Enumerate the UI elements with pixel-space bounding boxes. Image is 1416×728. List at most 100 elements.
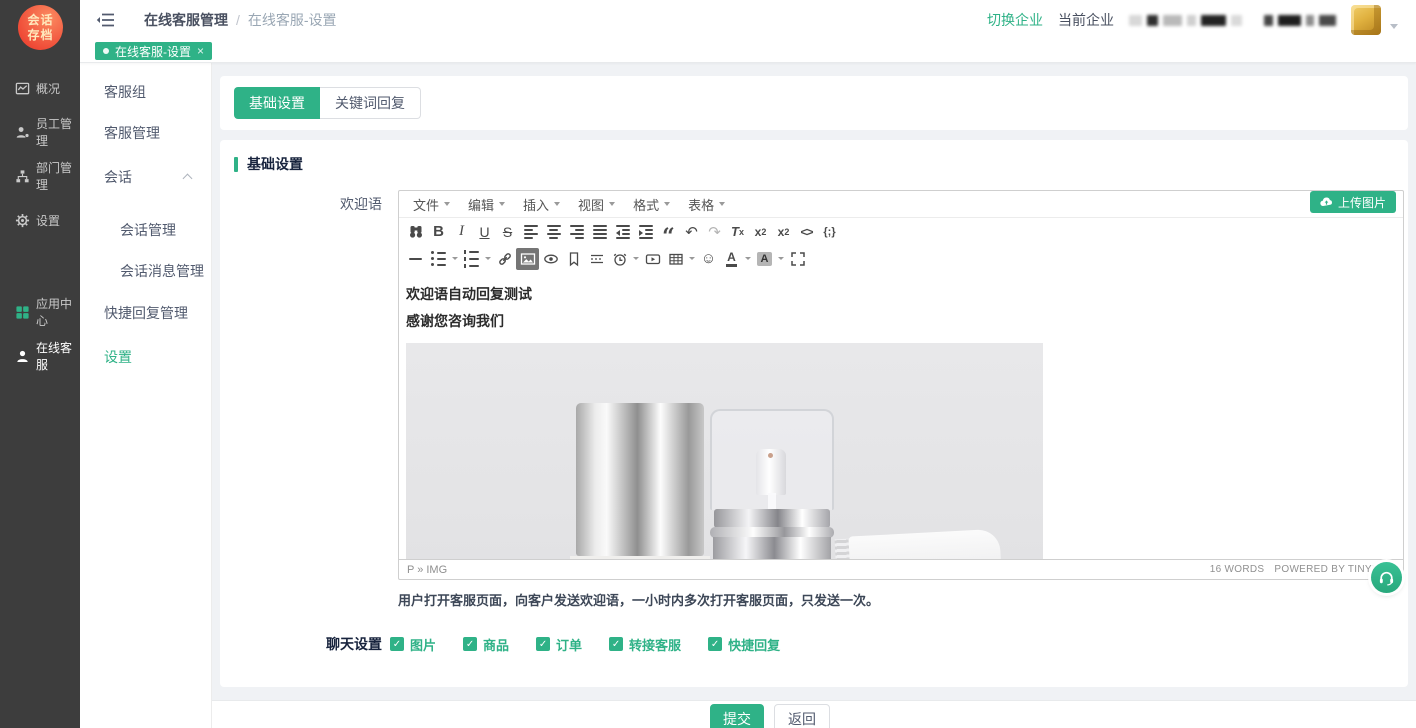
breadcrumb-current: 在线客服-设置: [248, 10, 337, 30]
sidebar-item-service-groups[interactable]: 客服组: [104, 82, 146, 102]
emoji-icon[interactable]: ☺: [697, 248, 720, 270]
word-count[interactable]: 16 WORDS: [1210, 564, 1265, 575]
menu-format[interactable]: 格式: [624, 195, 679, 214]
sidebar-item-overview[interactable]: 概况: [0, 78, 80, 98]
align-justify-icon[interactable]: [588, 221, 611, 243]
media-icon[interactable]: [641, 248, 664, 270]
breadcrumb-separator: /: [236, 12, 240, 28]
chevron-down-icon[interactable]: [745, 257, 751, 260]
collapse-menu-icon[interactable]: [96, 12, 116, 28]
menu-table[interactable]: 表格: [679, 195, 734, 214]
sub-item-label: 客服组: [104, 82, 146, 102]
outdent-icon[interactable]: [611, 221, 634, 243]
floating-customer-service-button[interactable]: [1371, 562, 1402, 593]
submit-button[interactable]: 提交: [710, 704, 764, 728]
table-icon[interactable]: [664, 248, 687, 270]
tab-keyword-reply[interactable]: 关键词回复: [320, 87, 421, 119]
bottle-body-shape: [570, 556, 710, 559]
checkbox-option-product[interactable]: ✓商品: [463, 635, 509, 654]
cloud-upload-icon: [1320, 197, 1333, 207]
checkbox-label: 转接客服: [629, 635, 681, 654]
bullet-list-icon[interactable]: [427, 248, 450, 270]
fullscreen-icon[interactable]: [786, 248, 809, 270]
checkbox-option-order[interactable]: ✓ 订单: [536, 635, 582, 654]
chevron-down-icon[interactable]: [485, 257, 491, 260]
checkbox-label: 订单: [556, 635, 582, 654]
app-logo[interactable]: 会话 存档: [18, 5, 63, 50]
superscript-icon[interactable]: x2: [772, 221, 795, 243]
insert-datetime-icon[interactable]: [608, 248, 631, 270]
tabs-card: 基础设置 关键词回复: [220, 76, 1408, 130]
chevron-down-icon: [554, 202, 560, 206]
menu-file[interactable]: 文件: [404, 195, 459, 214]
page-break-icon[interactable]: [585, 248, 608, 270]
image-icon[interactable]: [516, 248, 539, 270]
undo-icon[interactable]: ↶: [680, 221, 703, 243]
align-center-icon[interactable]: [542, 221, 565, 243]
checkbox-option-quick-reply[interactable]: ✓快捷回复: [708, 635, 780, 654]
redo-icon[interactable]: ↷: [703, 221, 726, 243]
sidebar-item-label: 设置: [36, 212, 60, 229]
code-sample-icon[interactable]: {;}: [818, 221, 841, 243]
chevron-down-icon: [609, 202, 615, 206]
section-title: 基础设置: [247, 154, 303, 174]
tab-basic-settings[interactable]: 基础设置: [234, 87, 320, 119]
tab-tag-online-service-settings[interactable]: 在线客服-设置 ×: [95, 42, 212, 60]
sidebar-item-settings[interactable]: 设置: [0, 210, 80, 230]
sidebar-item-session-management[interactable]: 会话管理: [120, 220, 176, 240]
company-avatar[interactable]: [1351, 5, 1381, 35]
sidebar-item-session-message-management[interactable]: 会话消息管理: [120, 261, 204, 281]
close-icon[interactable]: ×: [197, 44, 204, 58]
link-icon[interactable]: [493, 248, 516, 270]
blockquote-icon[interactable]: “: [657, 226, 680, 248]
checkbox-option-image[interactable]: ✓图片: [390, 635, 436, 654]
menu-edit[interactable]: 编辑: [459, 195, 514, 214]
bold-icon[interactable]: B: [427, 221, 450, 243]
preview-icon[interactable]: [539, 248, 562, 270]
underline-icon[interactable]: U: [473, 221, 496, 243]
sidebar-item-service-management[interactable]: 客服管理: [104, 123, 160, 143]
sidebar-item-settings-active[interactable]: 设置: [104, 347, 132, 367]
switch-company-link[interactable]: 切换企业: [987, 10, 1043, 30]
element-path[interactable]: P » IMG: [407, 564, 447, 576]
chevron-down-icon[interactable]: [452, 257, 458, 260]
upload-image-button[interactable]: 上传图片: [1310, 191, 1396, 213]
menu-insert[interactable]: 插入: [514, 195, 569, 214]
editor-toolbar-row2: ☺ A A: [399, 245, 1403, 272]
sidebar-item-departments[interactable]: 部门管理: [0, 166, 80, 186]
horizontal-rule-icon[interactable]: [404, 248, 427, 270]
numbered-list-icon[interactable]: [460, 248, 483, 270]
checkbox-checked-icon: ✓: [536, 637, 550, 651]
inserted-product-image[interactable]: [406, 343, 1043, 559]
chat-settings-row: 聊天设置 ✓图片 ✓商品 ✓订单 ✓转接客服 ✓快捷回复: [220, 634, 780, 654]
sidebar-item-sessions[interactable]: 会话: [104, 167, 191, 187]
text-color-icon[interactable]: A: [720, 248, 743, 270]
module-sidebar: 客服组 客服管理 会话 会话管理 会话消息管理 快捷回复管理 设置: [80, 63, 212, 728]
top-header: 在线客服管理 / 在线客服-设置 切换企业 当前企业: [80, 0, 1416, 40]
sidebar-item-app-center[interactable]: 应用中心: [0, 302, 80, 322]
italic-icon[interactable]: I: [450, 221, 473, 243]
align-left-icon[interactable]: [519, 221, 542, 243]
subscript-icon[interactable]: x2: [749, 221, 772, 243]
editor-content-area[interactable]: 欢迎语自动回复测试 感谢您咨询我们: [399, 272, 1403, 559]
chevron-down-icon[interactable]: [633, 257, 639, 260]
remove-format-icon[interactable]: Tx: [726, 221, 749, 243]
sidebar-item-online-service[interactable]: 在线客服: [0, 346, 80, 366]
menu-view[interactable]: 视图: [569, 195, 624, 214]
background-color-icon[interactable]: A: [753, 248, 776, 270]
sidebar-item-quick-reply-management[interactable]: 快捷回复管理: [104, 303, 188, 323]
sidebar-item-label: 在线客服: [36, 339, 80, 373]
indent-icon[interactable]: [634, 221, 657, 243]
source-code-icon[interactable]: <>: [795, 221, 818, 243]
sidebar-item-employees[interactable]: 员工管理: [0, 122, 80, 142]
chevron-down-icon[interactable]: [689, 257, 695, 260]
breadcrumb-root[interactable]: 在线客服管理: [144, 10, 228, 30]
checkbox-option-transfer[interactable]: ✓转接客服: [609, 635, 681, 654]
find-replace-icon[interactable]: [404, 221, 427, 243]
chevron-down-icon[interactable]: [778, 257, 784, 260]
back-button[interactable]: 返回: [774, 704, 830, 728]
current-company-label: 当前企业: [1058, 10, 1114, 30]
align-right-icon[interactable]: [565, 221, 588, 243]
anchor-icon[interactable]: [562, 248, 585, 270]
strikethrough-icon[interactable]: S: [496, 221, 519, 243]
